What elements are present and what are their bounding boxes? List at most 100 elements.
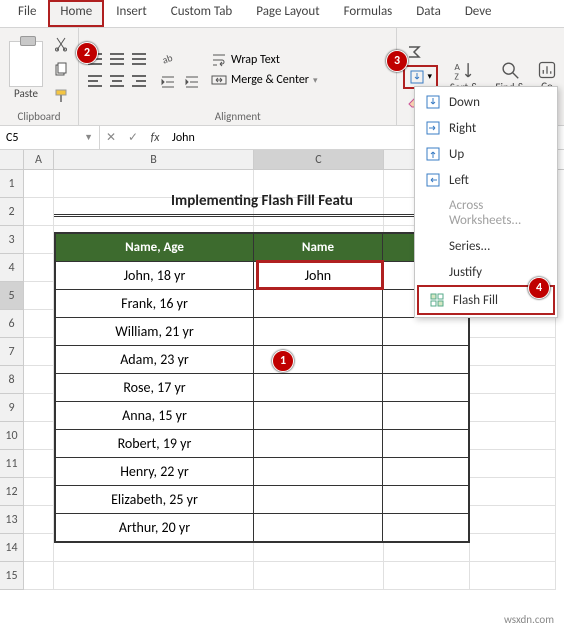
cell-A13[interactable]: [24, 506, 54, 534]
paste-button[interactable]: Paste: [6, 41, 46, 100]
cell-A3[interactable]: [24, 226, 54, 254]
cell-E7[interactable]: [470, 338, 556, 366]
cell-A9[interactable]: [24, 394, 54, 422]
orientation-icon[interactable]: ab: [157, 47, 179, 69]
fill-right-item[interactable]: Right: [415, 115, 557, 141]
tab-data[interactable]: Data: [404, 0, 453, 27]
sheet-title: Implementing Flash Fill Featu: [54, 192, 470, 217]
name-box[interactable]: C5 ▼: [0, 126, 100, 149]
row-header-3[interactable]: 3: [0, 226, 24, 254]
callout-2: 2: [76, 42, 98, 64]
cell-E11[interactable]: [470, 450, 556, 478]
cell-C15[interactable]: [254, 562, 384, 590]
callout-4: 4: [528, 277, 550, 299]
fill-series-item[interactable]: Series...: [415, 233, 557, 259]
header-name: Name: [254, 234, 383, 261]
select-all-corner[interactable]: [0, 150, 24, 169]
cell-A5[interactable]: [24, 282, 54, 310]
table-row[interactable]: Arthur, 20 yr: [56, 513, 468, 541]
fill-button[interactable]: ▾: [403, 65, 438, 89]
enter-formula-icon[interactable]: ✓: [122, 130, 144, 145]
cell-A14[interactable]: [24, 534, 54, 562]
row-header-5[interactable]: 5: [0, 282, 24, 310]
group-clipboard: Paste Clipboard: [0, 28, 79, 125]
tab-developer[interactable]: Deve: [453, 0, 504, 27]
cell-E12[interactable]: [470, 478, 556, 506]
cell-E9[interactable]: [470, 394, 556, 422]
row-header-14[interactable]: 14: [0, 534, 24, 562]
sort-icon: AZ: [453, 59, 475, 81]
svg-text:Z: Z: [454, 71, 459, 81]
row-header-7[interactable]: 7: [0, 338, 24, 366]
cell-B15[interactable]: [54, 562, 254, 590]
copy-icon[interactable]: [50, 59, 72, 81]
cell-D15[interactable]: [384, 562, 470, 590]
increase-indent-icon[interactable]: [181, 71, 203, 93]
flash-fill-icon: [429, 292, 445, 308]
merge-center-button[interactable]: Merge & Center ▾: [211, 72, 318, 88]
fill-up-item[interactable]: Up: [415, 141, 557, 167]
fx-icon[interactable]: fx: [144, 131, 166, 145]
decrease-indent-icon[interactable]: [157, 71, 179, 93]
cell-A8[interactable]: [24, 366, 54, 394]
fill-across-worksheets-item: Across Worksheets...: [415, 193, 557, 233]
cell-E13[interactable]: [470, 506, 556, 534]
clipboard-icon: [9, 41, 43, 87]
cell-A11[interactable]: [24, 450, 54, 478]
col-header-c[interactable]: C: [254, 150, 384, 169]
tab-formulas[interactable]: Formulas: [332, 0, 405, 27]
table-row[interactable]: Frank, 16 yr: [56, 289, 468, 317]
table-row[interactable]: Henry, 22 yr: [56, 457, 468, 485]
cell-E15[interactable]: [470, 562, 556, 590]
wrap-text-icon: [211, 52, 227, 68]
col-header-a[interactable]: A: [24, 150, 54, 169]
row-header-10[interactable]: 10: [0, 422, 24, 450]
row-header-11[interactable]: 11: [0, 450, 24, 478]
row-header-15[interactable]: 15: [0, 562, 24, 590]
row-header-2[interactable]: 2: [0, 198, 24, 226]
callout-1: 1: [272, 350, 294, 372]
cell-E14[interactable]: [470, 534, 556, 562]
cell-A6[interactable]: [24, 310, 54, 338]
col-header-b[interactable]: B: [54, 150, 254, 169]
table-row[interactable]: Anna, 15 yr: [56, 401, 468, 429]
ribbon-tabs: File Home Insert Custom Tab Page Layout …: [0, 0, 564, 28]
merge-icon: [211, 72, 227, 88]
table-row[interactable]: Elizabeth, 25 yr: [56, 485, 468, 513]
cell-A2[interactable]: [24, 198, 54, 226]
tab-home[interactable]: Home: [48, 0, 104, 27]
cell-A7[interactable]: [24, 338, 54, 366]
table-row[interactable]: Rose, 17 yr: [56, 373, 468, 401]
svg-text:ab: ab: [160, 51, 174, 66]
cut-icon[interactable]: [50, 33, 72, 55]
cancel-formula-icon[interactable]: ✕: [100, 130, 122, 145]
tab-page-layout[interactable]: Page Layout: [244, 0, 331, 27]
wrap-text-button[interactable]: Wrap Text: [211, 52, 318, 68]
cell-E8[interactable]: [470, 366, 556, 394]
fill-down-item[interactable]: Down: [415, 89, 557, 115]
cell-A1[interactable]: [24, 170, 54, 198]
watermark: wsxdn.com: [504, 613, 554, 626]
table-row[interactable]: John, 18 yrJohn: [56, 261, 468, 289]
table-row[interactable]: Adam, 23 yr: [56, 345, 468, 373]
tab-insert[interactable]: Insert: [104, 0, 159, 27]
cell-A12[interactable]: [24, 478, 54, 506]
row-header-1[interactable]: 1: [0, 170, 24, 198]
paste-label: Paste: [14, 87, 38, 100]
cell-A15[interactable]: [24, 562, 54, 590]
cell-A10[interactable]: [24, 422, 54, 450]
format-painter-icon[interactable]: [50, 85, 72, 107]
cell-A4[interactable]: [24, 254, 54, 282]
row-header-8[interactable]: 8: [0, 366, 24, 394]
row-header-9[interactable]: 9: [0, 394, 24, 422]
row-header-12[interactable]: 12: [0, 478, 24, 506]
row-header-4[interactable]: 4: [0, 254, 24, 282]
cell-E10[interactable]: [470, 422, 556, 450]
row-header-13[interactable]: 13: [0, 506, 24, 534]
table-row[interactable]: William, 21 yr: [56, 317, 468, 345]
tab-custom[interactable]: Custom Tab: [159, 0, 244, 27]
table-row[interactable]: Robert, 19 yr: [56, 429, 468, 457]
tab-file[interactable]: File: [6, 0, 48, 27]
fill-left-item[interactable]: Left: [415, 167, 557, 193]
row-header-6[interactable]: 6: [0, 310, 24, 338]
